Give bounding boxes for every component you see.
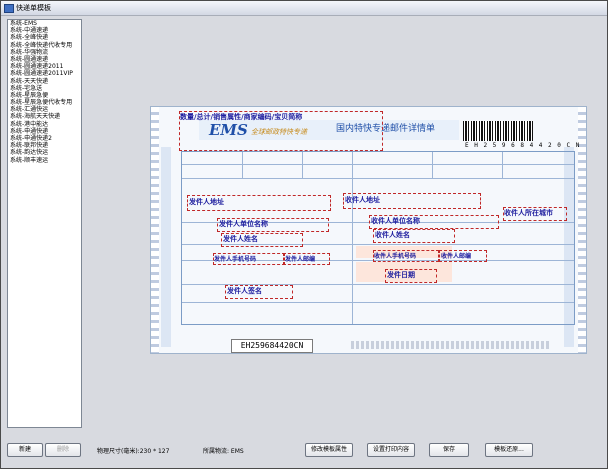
form-left-perforation: [151, 107, 159, 353]
quantity-field[interactable]: 数量/总计/销售属性/商家编码/宝贝简称: [180, 112, 302, 122]
grid-line: [182, 178, 574, 179]
template-list-item[interactable]: 系统-海航天天快递: [8, 113, 81, 120]
recipient-zip-field[interactable]: 收件人邮编: [441, 251, 471, 260]
save-button[interactable]: 保存: [429, 443, 469, 457]
form-left-band: [161, 147, 171, 347]
grid-line: [502, 152, 503, 178]
sender-name-field[interactable]: 发件人姓名: [223, 234, 258, 244]
recipient-phone-field[interactable]: 收件人手机号码: [374, 251, 416, 260]
grid-line: [182, 302, 574, 303]
grid-line: [182, 164, 574, 165]
sender-address-field[interactable]: 发件人地址: [189, 197, 224, 207]
template-list-item[interactable]: 系统-申通快递: [8, 128, 81, 135]
template-list-item[interactable]: 系统-全峰快递: [8, 34, 81, 41]
recipient-address-field[interactable]: 收件人地址: [345, 195, 380, 205]
recipient-name-field[interactable]: 收件人姓名: [375, 230, 410, 240]
fine-print: [351, 341, 551, 349]
recipient-city-field[interactable]: 收件人所在城市: [504, 208, 553, 218]
ems-waybill-form: EMS 全球邮政特快专递 国内特快专递邮件详情单 E H 2 5 9 6 8 4…: [150, 106, 587, 354]
template-window: 快递单模板 系统-EMS 系统-中通速递 系统-全峰快递 系统-全峰快递代收专用…: [0, 0, 608, 469]
barcode-text: E H 2 5 9 6 8 4 4 2 0 C N: [465, 142, 581, 149]
sender-signature-field[interactable]: 发件人签名: [227, 286, 262, 296]
window-icon: [4, 4, 14, 13]
template-list-item[interactable]: 系统-华强物流: [8, 49, 81, 56]
title-bar: 快递单模板: [1, 1, 607, 16]
barcode: [463, 121, 533, 141]
template-list-item[interactable]: 系统-星辰急便: [8, 92, 81, 99]
restore-template-button[interactable]: 模板还原...: [485, 443, 533, 457]
template-list-item[interactable]: 系统-顺丰速运: [8, 157, 81, 164]
grid-line: [302, 152, 303, 178]
logistics-label: 所属物流: EMS: [203, 448, 244, 455]
bottom-toolbar: 新建 删除 物理尺寸(毫米):230 * 127 所属物流: EMS 修改模板属…: [1, 437, 607, 468]
tracking-number: EH259684420CN: [231, 339, 313, 353]
grid-line: [352, 152, 353, 324]
new-button[interactable]: 新建: [7, 443, 43, 457]
grid-line: [242, 152, 243, 178]
template-list-item[interactable]: 系统-韵达快运: [8, 149, 81, 156]
template-list-item[interactable]: 系统-宅急送: [8, 85, 81, 92]
delete-button[interactable]: 删除: [45, 443, 81, 457]
template-canvas: EMS 全球邮政特快专递 国内特快专递邮件详情单 E H 2 5 9 6 8 4…: [84, 19, 602, 433]
template-list-item[interactable]: 系统-圆通速递2011VIP: [8, 70, 81, 77]
grid-line: [432, 152, 433, 178]
send-date-field[interactable]: 发件日期: [387, 270, 415, 280]
modify-template-button[interactable]: 修改模板属性: [305, 443, 353, 457]
physical-size-label: 物理尺寸(毫米):230 * 127: [97, 448, 170, 455]
sender-zip-field[interactable]: 发件人邮编: [285, 254, 315, 263]
template-list-item[interactable]: 系统-天天快递: [8, 78, 81, 85]
window-title: 快递单模板: [16, 4, 51, 12]
template-list-item[interactable]: 系统-港中能达: [8, 121, 81, 128]
sender-phone-field[interactable]: 发件人手机号码: [214, 254, 256, 263]
template-list[interactable]: 系统-EMS 系统-中通速递 系统-全峰快递 系统-全峰快递代收专用 系统-华强…: [7, 19, 82, 428]
print-content-button[interactable]: 设置打印内容: [367, 443, 415, 457]
recipient-company-field[interactable]: 收件人单位名称: [371, 216, 420, 226]
sender-company-field[interactable]: 发件人单位名称: [219, 219, 268, 229]
template-list-item[interactable]: 系统-全峰快递代收专用: [8, 42, 81, 49]
